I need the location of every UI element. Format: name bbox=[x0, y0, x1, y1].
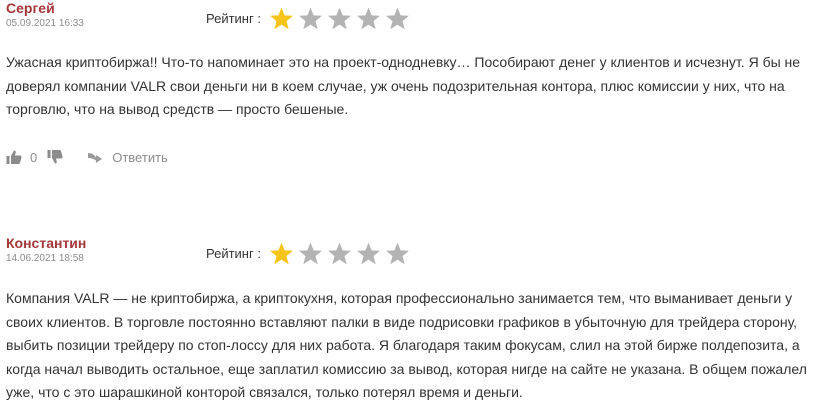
star-filled-icon bbox=[269, 7, 293, 29]
thumbs-down-icon bbox=[47, 150, 63, 164]
star-empty-icon bbox=[298, 7, 322, 29]
rating-label: Рейтинг : bbox=[206, 245, 261, 261]
rating-stars bbox=[269, 241, 414, 266]
star-empty-icon bbox=[327, 7, 351, 29]
review-text: Компания VALR — не криптобиржа, а крипто… bbox=[6, 290, 807, 400]
rating-label: Рейтинг : bbox=[206, 10, 261, 26]
star-empty-icon bbox=[356, 7, 380, 29]
star-empty-icon bbox=[385, 242, 409, 264]
thumbs-up-icon bbox=[6, 150, 22, 164]
review-author: Константин bbox=[6, 235, 87, 251]
reply-arrow-icon bbox=[88, 153, 103, 163]
review-rating: Рейтинг : bbox=[206, 240, 414, 266]
review-rating: Рейтинг : bbox=[206, 5, 414, 31]
reply-button[interactable]: Ответить bbox=[87, 150, 168, 165]
star-filled-icon bbox=[269, 242, 293, 264]
review-date: 05.09.2021 16:33 bbox=[6, 18, 84, 29]
star-empty-icon bbox=[385, 7, 409, 29]
rating-stars bbox=[269, 6, 414, 31]
reply-label: Ответить bbox=[112, 149, 168, 165]
review-actions: 0 Ответить bbox=[6, 147, 168, 167]
like-count: 0 bbox=[30, 149, 38, 165]
star-empty-icon bbox=[327, 242, 351, 264]
star-empty-icon bbox=[298, 242, 322, 264]
dislike-button[interactable] bbox=[47, 149, 63, 165]
review-date: 14.06.2021 18:58 bbox=[6, 253, 84, 264]
star-empty-icon bbox=[356, 242, 380, 264]
like-button[interactable] bbox=[6, 149, 22, 165]
review-author: Сергей bbox=[6, 0, 55, 16]
review-text: Ужасная криптобиржа!! Что-то напоминает … bbox=[6, 54, 801, 117]
